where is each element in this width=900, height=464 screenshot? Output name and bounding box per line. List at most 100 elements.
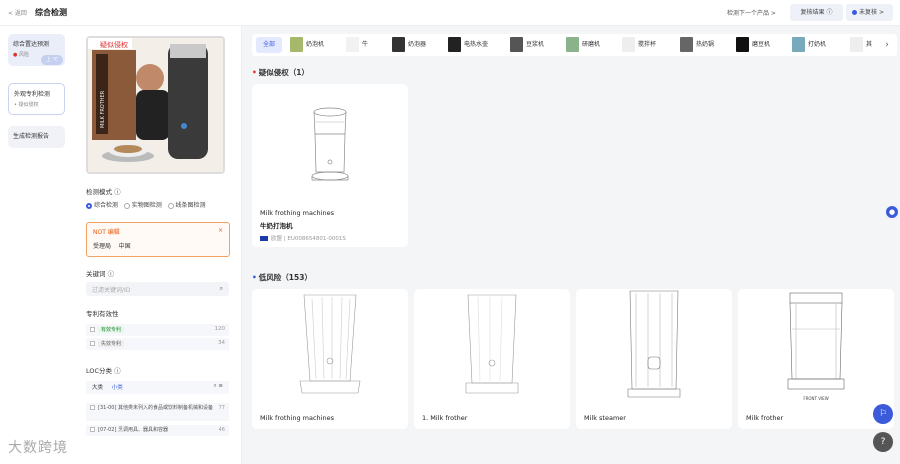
keyword-label: 关键词 ⓘ (86, 270, 115, 278)
category-item[interactable]: 热奶锅 (680, 37, 714, 53)
category-thumb-icon (448, 37, 461, 52)
category-item[interactable]: 磨豆机 (736, 37, 770, 53)
category-item[interactable]: 研磨机 (566, 37, 600, 53)
risk-pill: 上 ℃ (41, 55, 63, 65)
card-title: Milk frothing machines (260, 414, 334, 422)
category-item[interactable]: 奶泡机 (290, 37, 324, 53)
nav-item-label: 综合置达预测 (13, 41, 50, 48)
tab-minor[interactable]: 小类 (112, 385, 123, 391)
nav-item-label: 生成检测报告 (13, 133, 50, 140)
loc-label: LOC分类 ⓘ (86, 367, 121, 375)
search-icon[interactable]: ⌕ (220, 285, 223, 293)
front-view-caption: FRONT VIEW (803, 396, 828, 401)
product-image: 疑似侵权 MILK FROTHER (86, 36, 225, 174)
mode-radio-combined[interactable]: 综合检测 (86, 202, 118, 209)
watermark: 大数跨境 (8, 440, 68, 456)
validity-item-invalid[interactable]: 失效专利 34 (86, 338, 229, 350)
not-edit-link[interactable]: NOT 编辑 (93, 229, 120, 236)
line-drawing-icon (465, 294, 519, 394)
category-thumb-icon (392, 37, 405, 52)
category-thumb-icon (736, 37, 749, 52)
section-bullet-icon: • (252, 273, 257, 282)
section-infringe: • 疑似侵权（1） (252, 68, 310, 77)
nav-item-design-patent[interactable]: 外观专利检测 • 疑似侵权 (8, 83, 65, 115)
chevron-right-icon[interactable]: › (880, 37, 894, 53)
result-card[interactable]: FRONT VIEW Milk frother (738, 289, 894, 429)
radio-off-icon (167, 202, 174, 209)
validity-item-valid[interactable]: 有效专利 120 (86, 324, 229, 336)
category-item[interactable]: 奶泡器 (392, 37, 426, 53)
filter-panel: 疑似侵权 MILK FROTHER 检测模式 ⓘ 综合检测 实物图检测 线条图检… (74, 26, 242, 464)
category-thumb-icon (622, 37, 635, 52)
section-bullet-icon: • (252, 68, 257, 77)
next-product-link[interactable]: 检测下一个产品 > (727, 8, 776, 17)
category-thumb-icon (510, 37, 523, 52)
status-dot-icon (852, 10, 857, 15)
card-title: Milk frothing machines (260, 209, 334, 217)
office-label: 受理局 (93, 243, 112, 250)
category-item[interactable]: 牛 (346, 37, 368, 53)
card-subtitle: 牛奶打泡机 (260, 222, 293, 230)
result-card[interactable]: Milk steamer (576, 289, 732, 429)
nav-item-sub: 风险 (18, 52, 29, 58)
category-thumb-icon (792, 37, 805, 52)
line-drawing-icon (311, 107, 349, 181)
unreviewed-label: 未复核 (859, 9, 878, 16)
eu-flag-icon (260, 236, 268, 241)
chevron-right-icon: > (878, 9, 884, 16)
review-results-button[interactable]: 复核结果 ⓘ (790, 4, 843, 21)
category-all[interactable]: 全部 (256, 37, 282, 53)
tab-major[interactable]: 大类 (92, 385, 103, 391)
category-bar: 全部 奶泡机 牛 奶泡器 电热水壶 豆浆机 研磨机 搅拌杯 热奶锅 磨豆机 打奶… (252, 34, 897, 56)
nav-item-overall-prediction[interactable]: 综合置达预测 ● 风险 上 ℃ (8, 34, 65, 66)
category-thumb-icon (346, 37, 359, 52)
filter-sort-icon[interactable]: ⌕ ≡ (214, 383, 223, 390)
category-item[interactable]: 打奶机 (792, 37, 826, 53)
card-meta: 欧盟 | EU008654801-0001S (260, 234, 346, 242)
unreviewed-button[interactable]: 未复核 > (846, 4, 893, 21)
mode-radio-group: 综合检测 实物图检测 线条图检测 (86, 200, 206, 209)
line-drawing-icon (299, 294, 361, 394)
result-card[interactable]: Milk frothing machines 牛奶打泡机 欧盟 | EU0086… (252, 84, 408, 247)
validity-label: 专利有效性 (86, 310, 119, 318)
back-link[interactable]: < 返回 (8, 8, 27, 17)
nav-item-generate-report[interactable]: 生成检测报告 (8, 126, 65, 148)
risk-icon: ● (13, 52, 18, 58)
result-card[interactable]: Milk frothing machines (252, 289, 408, 429)
loc-item[interactable]: [31-00] 其他类未列入的食品或饮料制备机械和设备 77 (86, 403, 229, 421)
line-drawing-icon (627, 290, 681, 398)
results-area: 全部 奶泡机 牛 奶泡器 电热水壶 豆浆机 研磨机 搅拌杯 热奶锅 磨豆机 打奶… (242, 26, 900, 464)
flag-icon[interactable]: ⚐ (873, 404, 893, 424)
result-card[interactable]: 1. Milk frother (414, 289, 570, 429)
mode-radio-photo[interactable]: 实物图检测 (123, 202, 162, 209)
mode-radio-line[interactable]: 线条图检测 (167, 202, 206, 209)
checkbox-icon[interactable] (90, 405, 95, 410)
radio-on-icon (86, 202, 92, 209)
nav-item-sub: • 疑似侵权 (14, 102, 39, 108)
category-item[interactable]: 电热水壶 (448, 37, 488, 53)
product-photo-icon: 疑似侵权 MILK FROTHER (88, 38, 223, 172)
category-thumb-icon (680, 37, 693, 52)
checkbox-icon[interactable] (90, 327, 95, 332)
nav-item-label: 外观专利检测 (14, 91, 51, 98)
category-item[interactable]: 其 (850, 37, 872, 53)
infringe-badge: 疑似侵权 (100, 40, 128, 49)
help-icon[interactable]: ? (873, 432, 893, 452)
chat-icon[interactable]: ● (886, 206, 898, 218)
not-filter-box: NOT 编辑 × 受理局 中国 (86, 222, 230, 257)
keyword-search-input[interactable]: 过滤关键词/ID ⌕ (86, 282, 229, 296)
line-drawing-icon: FRONT VIEW (787, 292, 845, 401)
category-item[interactable]: 豆浆机 (510, 37, 544, 53)
category-item[interactable]: 搅拌杯 (622, 37, 656, 53)
category-thumb-icon (850, 37, 863, 52)
category-thumb-icon (566, 37, 579, 52)
checkbox-icon[interactable] (90, 427, 95, 432)
close-icon[interactable]: × (218, 227, 223, 234)
checkbox-icon[interactable] (90, 341, 95, 346)
loc-item[interactable]: [07-02] 烹调用具、器具和容器 46 (86, 425, 229, 436)
mode-label: 检测模式 ⓘ (86, 188, 121, 196)
category-thumb-icon (290, 37, 303, 52)
page-title: 综合检测 (35, 8, 67, 17)
office-value: 中国 (118, 243, 131, 250)
left-nav: 综合置达预测 ● 风险 上 ℃ 外观专利检测 • 疑似侵权 生成检测报告 (0, 26, 74, 464)
